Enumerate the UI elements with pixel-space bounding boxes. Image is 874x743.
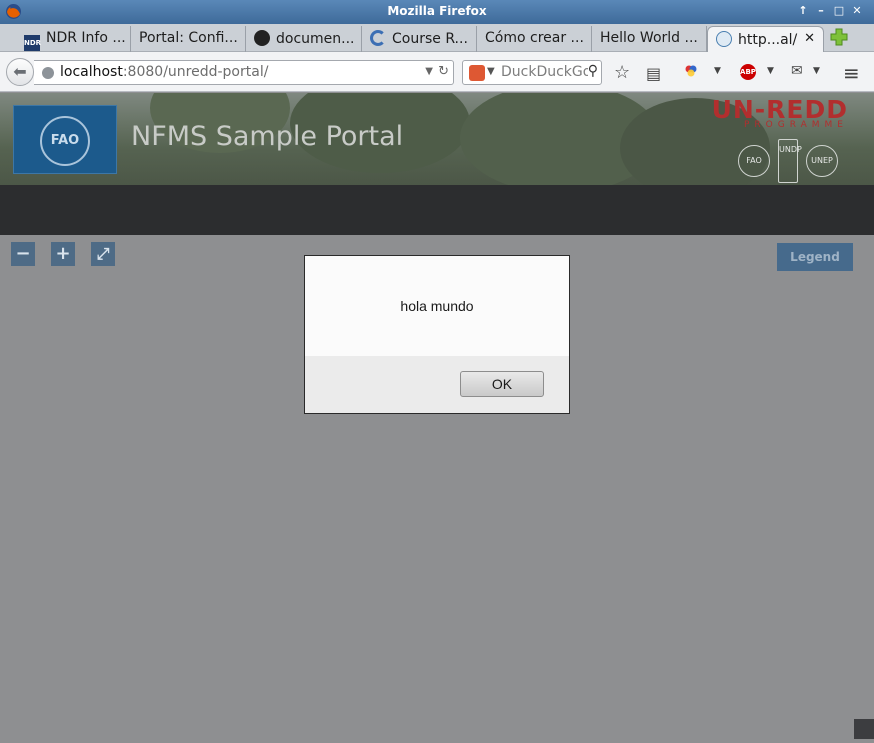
new-tab-icon[interactable] xyxy=(829,27,849,47)
reading-list-icon[interactable]: ▤ xyxy=(646,64,661,83)
tab-label: http...al/ xyxy=(738,32,798,48)
window-title: Mozilla Firefox xyxy=(387,4,487,18)
web-page: FAO NFMS Sample Portal UN-REDD PROGRAMME… xyxy=(0,93,874,743)
tab-label: Portal: Confi... xyxy=(139,30,238,46)
url-host: localhost xyxy=(60,64,123,80)
alert-dialog: hola mundo OK xyxy=(304,255,570,414)
extension-icon[interactable]: ✉ xyxy=(791,63,803,79)
tab-documentation[interactable]: documen... xyxy=(246,26,362,52)
tab-label: Cómo crear ... xyxy=(485,30,584,46)
zoom-in-button[interactable]: + xyxy=(51,242,75,266)
url-path: :8080/unredd-portal/ xyxy=(122,64,269,80)
url-bar[interactable]: localhost:8080/unredd-portal/ ▼ ↻ xyxy=(34,60,454,85)
ok-button[interactable]: OK xyxy=(460,371,544,397)
legend-button[interactable]: Legend xyxy=(777,243,853,271)
site-identity-icon[interactable] xyxy=(42,67,54,79)
bookmark-star-icon[interactable]: ☆ xyxy=(614,62,630,83)
tab-hello-world[interactable]: Hello World ... xyxy=(592,26,707,52)
portal-header-banner: FAO NFMS Sample Portal UN-REDD PROGRAMME… xyxy=(0,93,874,185)
tab-strip: NDR NDR Info ... Portal: Confi... documen… xyxy=(0,24,874,52)
alert-footer: OK xyxy=(305,356,569,413)
tab-como-crear[interactable]: Cómo crear ... xyxy=(477,26,592,52)
adblock-dropdown-icon[interactable]: ▼ xyxy=(767,66,774,76)
portal-menu-bar xyxy=(0,185,874,235)
search-input[interactable]: ▼ DuckDuckGo ⚲ xyxy=(462,60,602,85)
undp-logo-icon: UNDP xyxy=(778,139,802,183)
unep-emblem-icon: UNEP xyxy=(806,145,838,177)
tab-active-portal[interactable]: http...al/ ✕ xyxy=(707,26,824,52)
tab-portal-config[interactable]: Portal: Confi... xyxy=(131,26,246,52)
window-minimize-button[interactable]: – xyxy=(814,4,828,18)
tab-label: Hello World ... xyxy=(600,30,698,46)
fullscreen-button[interactable]: ⤢ xyxy=(91,242,115,266)
tab-course[interactable]: Course R... xyxy=(362,26,477,52)
duckduckgo-icon xyxy=(469,65,485,81)
back-button[interactable]: ⬅ xyxy=(6,58,34,86)
globe-icon xyxy=(716,31,732,47)
window-up-button[interactable]: ↑ xyxy=(796,4,810,18)
search-placeholder: DuckDuckGo xyxy=(501,64,592,80)
back-arrow-icon: ⬅ xyxy=(13,62,27,81)
zoom-out-button[interactable]: − xyxy=(11,242,35,266)
search-icon[interactable]: ⚲ xyxy=(587,63,598,79)
adblock-icon[interactable]: ABP xyxy=(740,64,756,80)
alert-message: hola mundo xyxy=(400,298,474,314)
window-close-button[interactable]: ✕ xyxy=(850,4,864,18)
close-tab-icon[interactable]: ✕ xyxy=(804,31,815,46)
ndr-icon: NDR xyxy=(24,35,41,51)
tab-ndr-info[interactable]: NDR NDR Info ... xyxy=(16,26,131,52)
fao-logo-text: FAO xyxy=(40,116,90,166)
unredd-logo: UN-REDD PROGRAMME xyxy=(712,95,848,130)
window-titlebar: Mozilla Firefox ↑ – □ ✕ xyxy=(0,0,874,24)
addon-dropdown-icon[interactable]: ▼ xyxy=(714,66,721,76)
tab-label: Course R... xyxy=(392,31,468,47)
navigation-toolbar: localhost:8080/unredd-portal/ ▼ ↻ ⬅ ▼ Du… xyxy=(0,52,874,92)
tab-label: documen... xyxy=(276,31,355,47)
search-engine-dropdown-icon[interactable]: ▼ xyxy=(487,66,495,77)
colorful-addon-icon[interactable] xyxy=(684,63,698,82)
github-icon xyxy=(254,30,270,46)
url-history-dropdown-icon[interactable]: ▼ xyxy=(425,66,433,77)
agency-logos: FAO UNDP UNEP xyxy=(738,139,838,183)
fao-emblem-icon: FAO xyxy=(738,145,770,177)
reload-icon[interactable]: ↻ xyxy=(438,64,449,79)
hamburger-menu-icon[interactable]: ≡ xyxy=(843,61,860,85)
map-corner-control[interactable] xyxy=(854,719,874,739)
extension-dropdown-icon[interactable]: ▼ xyxy=(813,66,820,76)
page-title: NFMS Sample Portal xyxy=(131,121,404,152)
tab-label: NDR Info ... xyxy=(46,30,126,46)
fao-logo: FAO xyxy=(13,105,117,174)
course-icon xyxy=(370,30,386,46)
window-maximize-button[interactable]: □ xyxy=(832,4,846,18)
